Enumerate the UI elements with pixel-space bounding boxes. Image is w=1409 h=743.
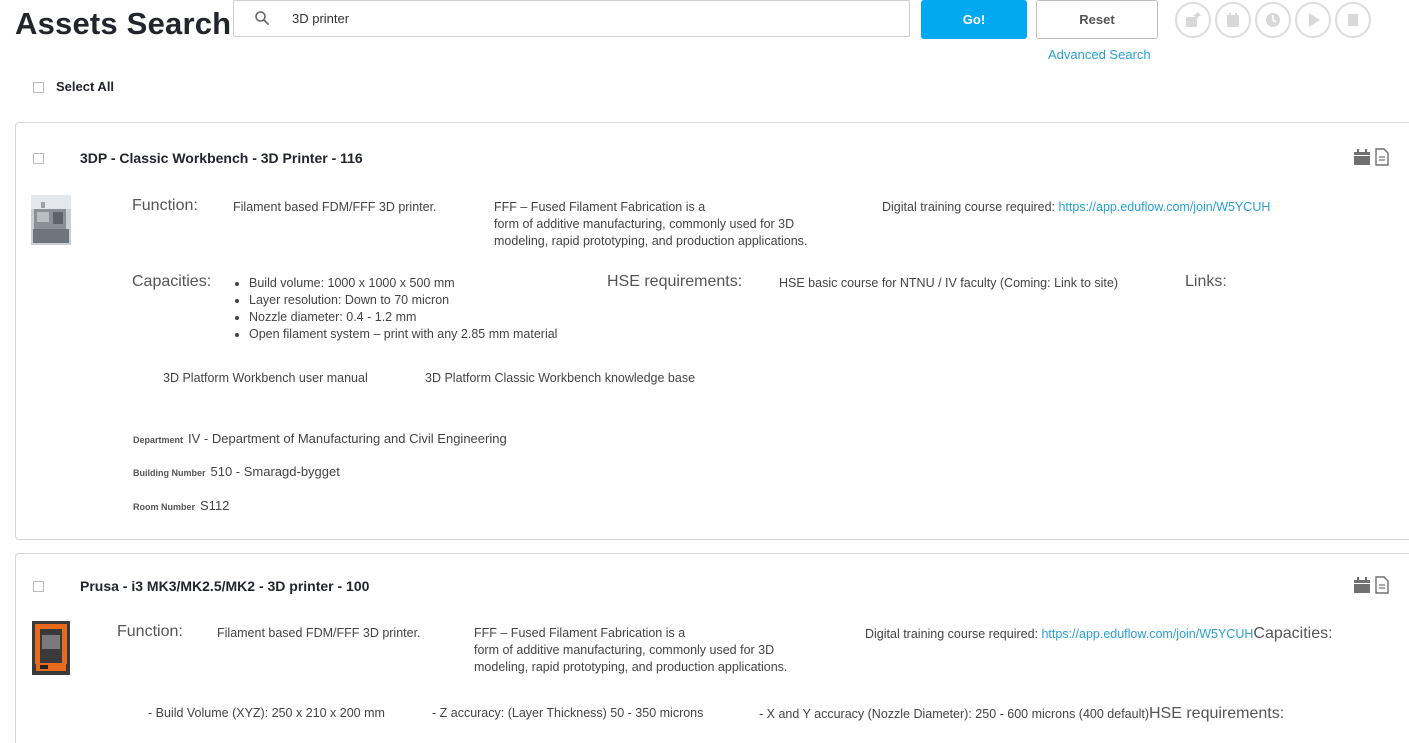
list-item: Open filament system – print with any 2.…: [249, 326, 557, 343]
clock-icon: [1266, 13, 1280, 27]
list-item: Build volume: 1000 x 1000 x 500 mm: [249, 275, 557, 292]
page-title: Assets Search: [15, 6, 232, 41]
share-button[interactable]: [1175, 2, 1211, 38]
calendar-button[interactable]: [1215, 2, 1251, 38]
function-description: FFF – Fused Filament Fabrication is a fo…: [494, 200, 808, 248]
play-button[interactable]: [1295, 2, 1331, 38]
links-label: Links:: [1185, 273, 1227, 290]
hse-label: HSE requirements:: [1149, 705, 1285, 722]
stop-button[interactable]: [1335, 2, 1371, 38]
asset-card: Prusa - i3 MK3/MK2.5/MK2 - 3D printer - …: [15, 553, 1409, 743]
training-link[interactable]: https://app.eduflow.com/join/W5YCUH: [1041, 627, 1253, 641]
calendar-icon[interactable]: [1353, 148, 1371, 166]
document-icon[interactable]: [1374, 576, 1390, 594]
select-all-checkbox[interactable]: [33, 82, 44, 93]
search-box[interactable]: [233, 0, 910, 37]
department-row: Department IV - Department of Manufacturi…: [133, 431, 507, 446]
asset-checkbox[interactable]: [33, 581, 44, 592]
capacities-label: Capacities:: [1253, 625, 1333, 642]
spec-build-volume: - Build Volume (XYZ): 250 x 210 x 200 mm: [148, 706, 385, 720]
history-button[interactable]: [1255, 2, 1291, 38]
hse-text: HSE basic course for NTNU / IV faculty (…: [779, 276, 1118, 290]
play-icon: [1309, 13, 1320, 27]
document-icon[interactable]: [1374, 148, 1390, 166]
select-all-label: Select All: [56, 79, 115, 94]
calendar-icon: [1227, 13, 1239, 27]
hse-label: HSE requirements:: [607, 273, 743, 290]
list-item: Layer resolution: Down to 70 micron: [249, 292, 557, 309]
list-item: Nozzle diameter: 0.4 - 1.2 mm: [249, 309, 557, 326]
room-row: Room Number S112: [133, 498, 230, 513]
advanced-search-link[interactable]: Advanced Search: [1048, 47, 1151, 62]
training-requirement: Digital training course required: https:…: [865, 625, 1333, 642]
function-label: Function:: [132, 197, 198, 214]
asset-thumbnail: [32, 621, 70, 675]
function-short: Filament based FDM/FFF 3D printer.: [233, 200, 437, 214]
spec-z-accuracy: - Z accuracy: (Layer Thickness) 50 - 350…: [432, 706, 704, 720]
spec-xy-accuracy: - X and Y accuracy (Nozzle Diameter): 25…: [759, 705, 1285, 722]
knowledge-base-link[interactable]: 3D Platform Classic Workbench knowledge …: [425, 370, 695, 387]
capacities-label: Capacities:: [132, 273, 212, 290]
asset-checkbox[interactable]: [33, 153, 44, 164]
asset-thumbnail: [31, 195, 71, 245]
function-label: Function:: [117, 623, 183, 640]
function-short: Filament based FDM/FFF 3D printer.: [217, 626, 421, 640]
manual-link[interactable]: 3D Platform Workbench user manual: [163, 370, 368, 387]
share-icon: [1186, 12, 1201, 27]
go-button[interactable]: Go!: [921, 0, 1027, 39]
asset-card: 3DP - Classic Workbench - 3D Printer - 1…: [15, 122, 1409, 540]
training-requirement: Digital training course required: https:…: [882, 200, 1271, 214]
reset-button[interactable]: Reset: [1036, 0, 1158, 39]
stop-icon: [1348, 14, 1358, 26]
asset-title[interactable]: 3DP - Classic Workbench - 3D Printer - 1…: [80, 150, 363, 166]
training-link[interactable]: https://app.eduflow.com/join/W5YCUH: [1058, 200, 1270, 214]
search-input[interactable]: [292, 1, 892, 36]
asset-title[interactable]: Prusa - i3 MK3/MK2.5/MK2 - 3D printer - …: [80, 578, 369, 594]
building-row: Building Number 510 - Smaragd-bygget: [133, 464, 340, 479]
search-icon: [255, 11, 269, 25]
function-description: FFF – Fused Filament Fabrication is a fo…: [474, 626, 788, 674]
capacities-list: Build volume: 1000 x 1000 x 500 mm Layer…: [229, 275, 557, 343]
calendar-icon[interactable]: [1353, 576, 1371, 594]
